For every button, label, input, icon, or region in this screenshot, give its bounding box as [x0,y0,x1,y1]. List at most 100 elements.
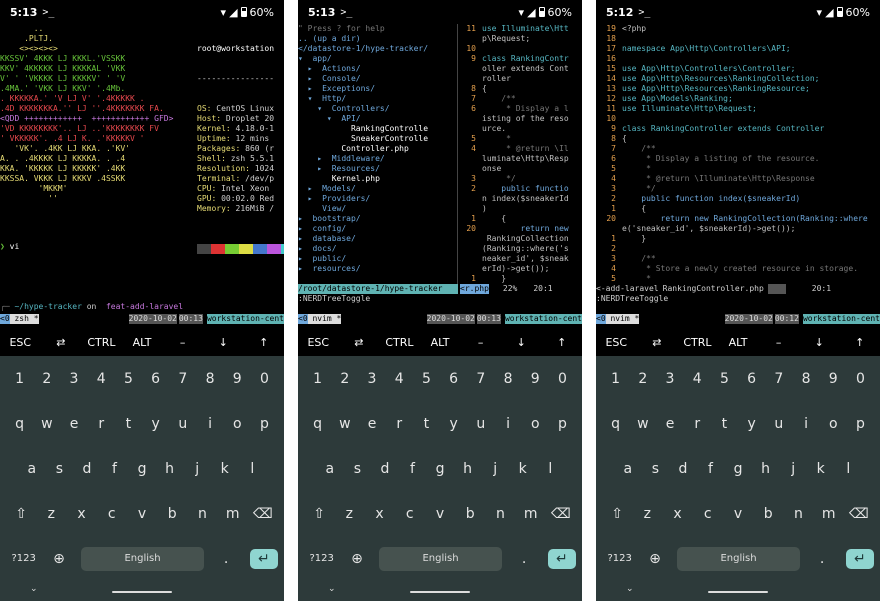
space-bar[interactable]: English [378,546,503,571]
extra-key-down[interactable]: ↓ [501,336,542,349]
key-j[interactable]: j [779,461,807,477]
nerdtree-item[interactable]: ▸ public/ [298,254,458,264]
key-e[interactable]: e [358,416,385,432]
nerdtree-item[interactable]: ▸ Resources/ [298,164,458,174]
key-8[interactable]: 8 [792,371,819,387]
key-x[interactable]: x [364,506,394,522]
key-7[interactable]: 7 [169,371,196,387]
key-d[interactable]: d [371,461,399,477]
extra-key-tab[interactable]: ⇄ [637,336,678,349]
nerdtree-item[interactable]: ▸ docs/ [298,244,458,254]
key-d[interactable]: d [669,461,697,477]
backspace-key-icon[interactable]: ⌫ [546,506,576,522]
space-bar[interactable]: English [676,546,801,571]
key-1[interactable]: 1 [602,371,629,387]
key-h[interactable]: h [752,461,780,477]
key-t[interactable]: t [413,416,440,432]
key-i[interactable]: i [792,416,819,432]
key-i[interactable]: i [494,416,521,432]
key-x[interactable]: x [662,506,692,522]
key-7[interactable]: 7 [467,371,494,387]
nerdtree-item[interactable]: RankingControlle [298,124,458,134]
chevron-down-icon[interactable]: ⌄ [30,584,38,594]
code-buffer[interactable]: 19 <?php 18 17 namespace App\Http\Controller… [596,24,880,284]
nerdtree-item[interactable]: Controller.php [298,144,458,154]
extra-key-dash[interactable]: – [460,336,501,349]
terminal-area[interactable]: .. .PLTJ. <><><><> KKSSV' 4KKK LJ KKKL.'V… [0,24,284,313]
key-3[interactable]: 3 [656,371,683,387]
extra-key-up[interactable]: ↑ [243,336,284,349]
key-n[interactable]: n [783,506,813,522]
extra-key-tab[interactable]: ⇄ [41,336,82,349]
key-4[interactable]: 4 [386,371,413,387]
nerdtree-item[interactable]: ▸ resources/ [298,264,458,274]
key-q[interactable]: q [304,416,331,432]
globe-icon[interactable]: ⊕ [339,551,374,567]
key-y[interactable]: y [738,416,765,432]
key-g[interactable]: g [724,461,752,477]
key-t[interactable]: t [711,416,738,432]
shift-key-icon[interactable]: ⇧ [602,506,632,522]
key-9[interactable]: 9 [224,371,251,387]
key-e[interactable]: e [656,416,683,432]
key-9[interactable]: 9 [522,371,549,387]
key-j[interactable]: j [183,461,211,477]
key-g[interactable]: g [128,461,156,477]
key-3[interactable]: 3 [358,371,385,387]
symbols-key[interactable]: ?123 [602,553,637,564]
terminal-area[interactable]: 19 <?php 18 17 namespace App\Http\Controller… [596,24,880,313]
key-l[interactable]: l [835,461,863,477]
key-s[interactable]: s [344,461,372,477]
key-4[interactable]: 4 [88,371,115,387]
key-7[interactable]: 7 [765,371,792,387]
extra-key-tab[interactable]: ⇄ [339,336,380,349]
key-r[interactable]: r [684,416,711,432]
key-6[interactable]: 6 [142,371,169,387]
key-q[interactable]: q [602,416,629,432]
key-j[interactable]: j [481,461,509,477]
key-l[interactable]: l [239,461,267,477]
key-5[interactable]: 5 [413,371,440,387]
key-s[interactable]: s [46,461,74,477]
nerdtree-item[interactable]: ▸ config/ [298,224,458,234]
key-n[interactable]: n [187,506,217,522]
key-v[interactable]: v [723,506,753,522]
key-4[interactable]: 4 [684,371,711,387]
backspace-key-icon[interactable]: ⌫ [248,506,278,522]
nerdtree-item[interactable]: SneakerControlle [298,134,458,144]
extra-key-esc[interactable]: ESC [298,336,339,349]
key-g[interactable]: g [426,461,454,477]
key-u[interactable]: u [467,416,494,432]
key-o[interactable]: o [224,416,251,432]
key-m[interactable]: m [516,506,546,522]
key-v[interactable]: v [425,506,455,522]
key-0[interactable]: 0 [549,371,576,387]
key-6[interactable]: 6 [738,371,765,387]
key-l[interactable]: l [537,461,565,477]
key-3[interactable]: 3 [60,371,87,387]
key-b[interactable]: b [157,506,187,522]
nerdtree-item[interactable]: .. (up a dir) [298,34,458,44]
key-r[interactable]: r [386,416,413,432]
key-5[interactable]: 5 [711,371,738,387]
nerdtree-item[interactable]: ▾ Controllers/ [298,104,458,114]
key-8[interactable]: 8 [196,371,223,387]
key-u[interactable]: u [169,416,196,432]
key-z[interactable]: z [334,506,364,522]
key-p[interactable]: p [251,416,278,432]
home-handle[interactable] [708,591,768,593]
extra-key-ctrl[interactable]: CTRL [81,336,122,349]
enter-key-icon[interactable]: ↵ [845,548,875,569]
symbols-key[interactable]: ?123 [304,553,339,564]
shift-key-icon[interactable]: ⇧ [6,506,36,522]
nerdtree-item[interactable]: ▸ Models/ [298,184,458,194]
key-w[interactable]: w [331,416,358,432]
nerdtree-item[interactable]: ▸ bootstrap/ [298,214,458,224]
key-t[interactable]: t [115,416,142,432]
key-c[interactable]: c [395,506,425,522]
enter-key-icon[interactable]: ↵ [547,548,577,569]
nerdtree-item[interactable]: " Press ? for help [298,24,458,34]
extra-key-alt[interactable]: ALT [420,336,461,349]
key-2[interactable]: 2 [629,371,656,387]
key-o[interactable]: o [522,416,549,432]
